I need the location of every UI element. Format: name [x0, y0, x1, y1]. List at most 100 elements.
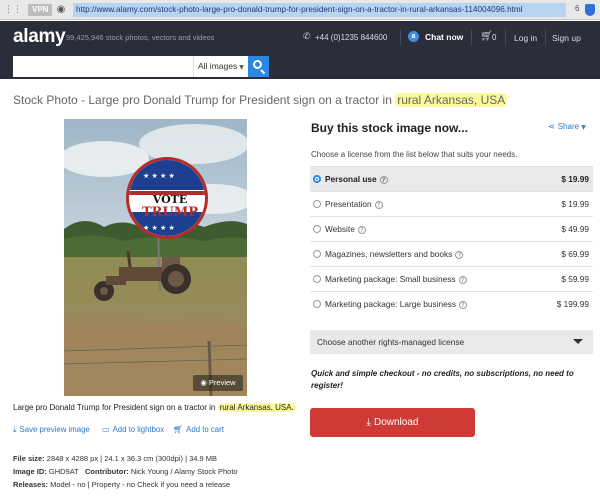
file-size-row: File size: 2848 x 4288 px | 24.1 x 36.3 … [13, 454, 217, 463]
add-to-lightbox-link[interactable]: ▭ Add to lightbox [102, 425, 164, 434]
header-divider [545, 29, 546, 45]
license-radio[interactable] [313, 200, 321, 208]
buy-title: Buy this stock image now... [311, 121, 468, 135]
title-text: Stock Photo - Large pro Donald Trump for… [13, 93, 396, 107]
contributor-value[interactable]: Nick Young / Alamy Stock Photo [131, 467, 238, 476]
sign-trump-text: TRUMP [142, 205, 198, 220]
releases-row: Releases: Model - no | Property - no Che… [13, 480, 230, 489]
header-divider [400, 29, 401, 45]
chevron-down-icon: ▼ [581, 124, 586, 131]
license-price: $ 59.99 [561, 274, 589, 284]
license-name: Website [325, 224, 355, 234]
globe-icon: ◉ [56, 4, 66, 15]
info-icon[interactable]: ? [357, 226, 366, 234]
releases-label: Releases: [13, 480, 49, 489]
grid-icon[interactable]: ⋮⋮ [4, 5, 22, 15]
info-icon[interactable]: ? [455, 251, 464, 259]
stock-count-text: 99,425,946 stock photos, vectors and vid… [66, 33, 215, 42]
info-icon[interactable]: ? [374, 201, 383, 209]
license-name: Marketing package: Large business [325, 299, 456, 309]
alamy-logo[interactable]: alamy [13, 26, 66, 48]
license-name: Presentation [325, 199, 372, 209]
license-price: $ 19.99 [561, 174, 589, 184]
add-lightbox-label: Add to lightbox [112, 425, 165, 434]
phone-number[interactable]: +44 (0)1235 844600 [315, 33, 387, 42]
image-id-value: GHD9AT [48, 467, 79, 476]
browser-address-bar: ⋮⋮ VPN ◉ 6 [0, 0, 600, 20]
license-radio[interactable] [313, 300, 321, 308]
image-id-label: Image ID: [13, 467, 47, 476]
vpn-badge[interactable]: VPN [28, 4, 53, 16]
title-highlight: rural Arkansas, USA [395, 93, 508, 107]
license-option-personal[interactable]: Personal use? $ 19.99 [310, 166, 593, 191]
search-icon [253, 60, 262, 69]
search-input[interactable] [13, 56, 193, 77]
image-type-label: All images [198, 61, 238, 71]
caption-text: Large pro Donald Trump for President sig… [13, 403, 218, 412]
license-option-website[interactable]: Website? $ 49.99 [310, 216, 593, 241]
save-preview-label: Save preview image [19, 425, 90, 434]
chevron-down-icon [573, 339, 583, 344]
download-button[interactable]: ⤓ Download [310, 408, 475, 437]
rights-managed-dropdown[interactable]: Choose another rights-managed license [310, 330, 593, 354]
shield-icon[interactable] [585, 4, 595, 16]
license-price: $ 19.99 [561, 199, 589, 209]
share-button[interactable]: ⋖ Share ▼ [548, 122, 589, 131]
info-icon[interactable]: ? [458, 301, 467, 309]
download-icon: ⤓ [366, 417, 371, 428]
signup-link[interactable]: Sign up [552, 33, 581, 43]
license-name: Personal use [325, 174, 377, 184]
license-option-marketing-small[interactable]: Marketing package: Small business? $ 59.… [310, 266, 593, 291]
caption-highlight: rural Arkansas, USA. [217, 403, 296, 412]
file-size-label: File size: [13, 454, 45, 463]
save-preview-link[interactable]: ⤓ Save preview image [13, 425, 90, 435]
license-name: Magazines, newsletters and books [325, 249, 453, 259]
license-option-marketing-large[interactable]: Marketing package: Large business? $ 199… [310, 291, 593, 316]
image-type-dropdown[interactable]: All images ▼ [193, 56, 248, 77]
license-option-magazines[interactable]: Magazines, newsletters and books? $ 69.9… [310, 241, 593, 266]
license-radio[interactable] [313, 275, 321, 283]
image-caption: Large pro Donald Trump for President sig… [13, 403, 296, 412]
login-link[interactable]: Log in [514, 33, 537, 43]
checkout-note: Quick and simple checkout - no credits, … [311, 369, 574, 390]
license-price: $ 69.99 [561, 249, 589, 259]
vote-trump-sign: VOTE TRUMP ★ ★ ★ ★ ★ ★ ★ ★ [126, 157, 208, 239]
header-divider [505, 29, 506, 45]
preview-button[interactable]: ◉ Preview [193, 375, 243, 391]
phone-icon: ✆ [303, 32, 311, 42]
add-to-cart-link[interactable]: 🛒︎ Add to cart [173, 425, 224, 434]
page-title: Stock Photo - Large pro Donald Trump for… [13, 93, 508, 107]
releases-value[interactable]: Model - no | Property - no Check if you … [50, 480, 230, 489]
info-icon[interactable]: ? [458, 276, 467, 284]
site-header: alamy 99,425,946 stock photos, vectors a… [0, 21, 600, 53]
download-icon: ⤓ [13, 425, 17, 434]
license-option-presentation[interactable]: Presentation? $ 19.99 [310, 191, 593, 216]
cart-icon: 🛒︎ [173, 425, 184, 434]
license-radio[interactable] [313, 250, 321, 258]
share-icon: ⋖ [548, 122, 555, 131]
license-radio[interactable] [313, 175, 321, 183]
image-id-row: Image ID: GHD9AT Contributor: Nick Young… [13, 467, 238, 476]
chat-icon[interactable]: a [408, 31, 419, 42]
lightbox-icon: ▭ [102, 425, 110, 434]
file-size-value: 2848 x 4288 px | 24.1 x 36.3 cm (300dpi)… [46, 454, 218, 463]
preview-label: Preview [208, 378, 236, 387]
search-button[interactable] [248, 56, 269, 77]
extension-badge-count: 6 [575, 4, 580, 13]
chat-now-link[interactable]: Chat now [425, 32, 463, 42]
contributor-label: Contributor: [85, 467, 129, 476]
license-radio[interactable] [313, 225, 321, 233]
add-cart-label: Add to cart [186, 425, 224, 434]
license-intro: Choose a license from the list below tha… [311, 150, 518, 159]
cart-icon[interactable]: 🛒︎ [480, 31, 493, 42]
info-icon[interactable]: ? [379, 176, 388, 184]
url-input[interactable] [73, 3, 566, 17]
cart-count[interactable]: 0 [492, 33, 496, 42]
download-label: Download [373, 417, 419, 428]
stock-photo[interactable]: VOTE TRUMP ★ ★ ★ ★ ★ ★ ★ ★ [64, 119, 247, 396]
search-bar: All images ▼ [0, 53, 600, 79]
header-divider [471, 29, 472, 45]
license-price: $ 199.99 [556, 299, 589, 309]
eye-icon: ◉ [200, 378, 207, 387]
license-name: Marketing package: Small business [325, 274, 456, 284]
